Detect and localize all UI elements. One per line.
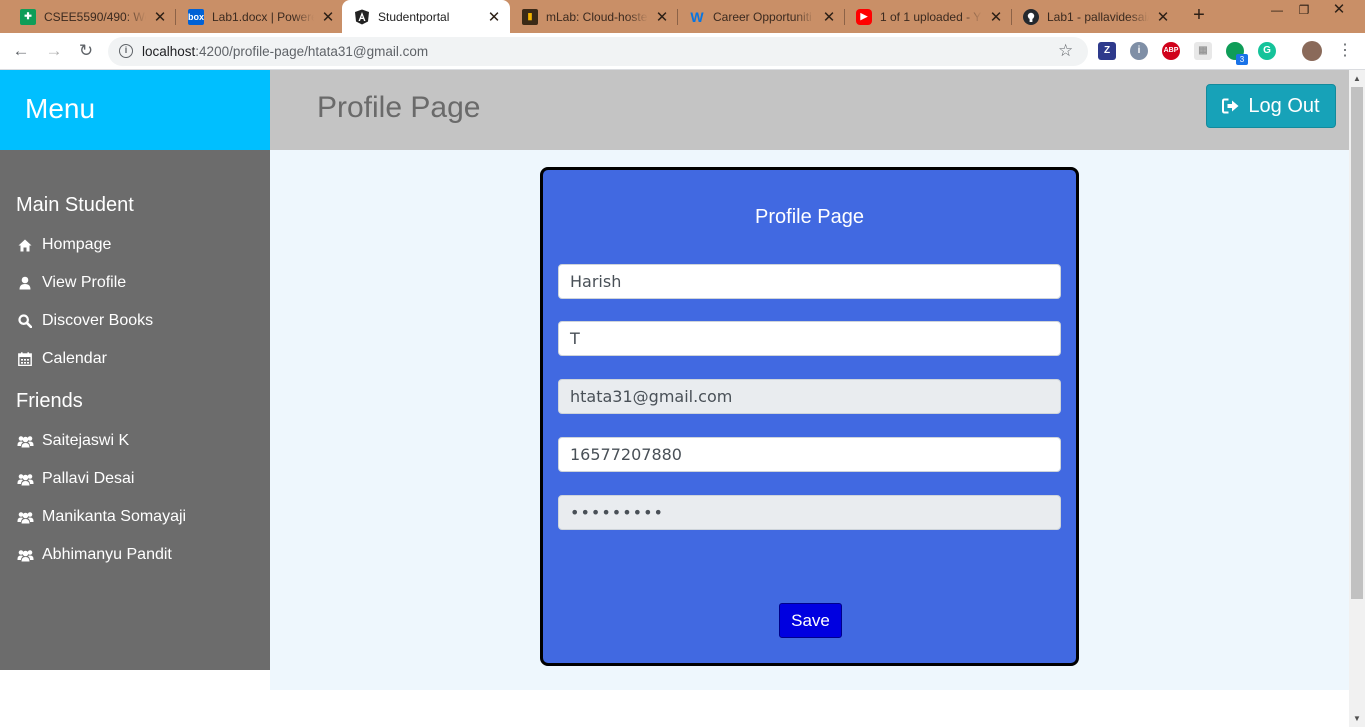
logout-button[interactable]: Log Out xyxy=(1206,84,1336,128)
page-scrollbar[interactable]: ▲ ▼ xyxy=(1349,70,1365,727)
back-button[interactable]: ← xyxy=(10,41,32,61)
users-icon xyxy=(16,435,34,448)
search-icon xyxy=(16,314,34,328)
tab-4[interactable]: ▮ mLab: Cloud-hoste ✕ xyxy=(510,0,678,33)
sidebar-item-discover-books[interactable]: Discover Books xyxy=(16,309,153,333)
users-icon xyxy=(16,473,34,486)
workday-icon: W xyxy=(690,8,704,25)
sidebar-item-label: Calendar xyxy=(42,350,107,367)
sidebar-item-friend[interactable]: Saitejaswi K xyxy=(16,429,129,453)
extension-grid-icon[interactable]: ▦ xyxy=(1194,42,1212,60)
tab-title: mLab: Cloud-hoste xyxy=(546,9,648,24)
address-bar[interactable]: i localhost:4200/profile-page/htata31@gm… xyxy=(108,37,1088,66)
url-host: localhost xyxy=(142,44,196,59)
scrollbar-thumb[interactable] xyxy=(1351,87,1363,599)
main-content: Profile Page Harish T htata31@gmail.com … xyxy=(270,150,1349,690)
bookmark-star-icon[interactable]: ☆ xyxy=(1058,41,1073,61)
avatar[interactable] xyxy=(1302,41,1322,61)
box-icon: box xyxy=(188,8,204,25)
section-main-student: Main Student xyxy=(16,194,134,216)
email-field[interactable]: htata31@gmail.com xyxy=(558,379,1061,414)
close-window-button[interactable]: ✕ xyxy=(1324,0,1354,22)
user-icon xyxy=(16,276,34,290)
github-icon xyxy=(1023,8,1039,25)
sidebar-item-label: Abhimanyu Pandit xyxy=(42,546,172,563)
grammarly-icon[interactable]: G xyxy=(1258,42,1276,60)
tab-title: Lab1.docx | Powere xyxy=(212,9,314,24)
users-icon xyxy=(16,549,34,562)
users-icon xyxy=(16,511,34,524)
close-tab-icon[interactable]: ✕ xyxy=(821,8,837,26)
tab-title: Studentportal xyxy=(378,9,450,24)
minimize-button[interactable]: — xyxy=(1262,0,1292,22)
section-friends: Friends xyxy=(16,390,83,412)
page: Menu Main Student Hompage View Profile D… xyxy=(0,70,1365,727)
extension-icon[interactable]: i xyxy=(1130,42,1148,60)
sign-out-icon xyxy=(1222,98,1240,114)
close-tab-icon[interactable]: ✕ xyxy=(988,8,1004,26)
close-tab-icon[interactable]: ✕ xyxy=(320,8,336,26)
sidebar-item-label: Hompage xyxy=(42,236,112,253)
save-button[interactable]: Save xyxy=(779,603,842,638)
password-field[interactable]: ••••••••• xyxy=(558,495,1061,530)
tab-title: CSEE5590/490: We xyxy=(44,9,146,24)
reload-button[interactable]: ↻ xyxy=(75,41,97,61)
sidebar-item-calendar[interactable]: Calendar xyxy=(16,347,107,371)
home-icon xyxy=(16,239,34,252)
url-path: :4200/profile-page/htata31@gmail.com xyxy=(195,44,429,59)
profile-card: Profile Page Harish T htata31@gmail.com … xyxy=(540,167,1079,666)
scroll-up-arrow-icon[interactable]: ▲ xyxy=(1353,74,1361,83)
sidebar-item-label: Discover Books xyxy=(42,312,154,329)
sheets-icon: ✚ xyxy=(20,8,36,25)
calendar-icon xyxy=(16,352,34,366)
close-tab-icon[interactable]: ✕ xyxy=(486,8,502,26)
page-title: Profile Page xyxy=(317,91,481,124)
forward-button[interactable]: → xyxy=(43,41,65,61)
tab-studentportal[interactable]: Studentportal ✕ xyxy=(342,0,510,33)
last-name-field[interactable]: T xyxy=(558,321,1061,356)
tab-title: Career Opportuniti xyxy=(713,9,812,24)
menu-header: Menu xyxy=(0,70,270,150)
adblock-icon[interactable]: ABP xyxy=(1162,42,1180,60)
sidebar-item-friend[interactable]: Pallavi Desai xyxy=(16,467,134,491)
sidebar-item-friend[interactable]: Manikanta Somayaji xyxy=(16,505,186,529)
angular-icon xyxy=(354,9,370,25)
page-header: Profile Page Log Out xyxy=(270,70,1349,150)
tab-5[interactable]: W Career Opportuniti ✕ xyxy=(677,0,845,33)
close-tab-icon[interactable]: ✕ xyxy=(654,8,670,26)
tab-6[interactable]: ▶ 1 of 1 uploaded - Y ✕ xyxy=(844,0,1012,33)
phone-field[interactable]: 16577207880 xyxy=(558,437,1061,472)
browser-toolbar: ← → ↻ i localhost:4200/profile-page/htat… xyxy=(0,33,1365,70)
site-info-icon[interactable]: i xyxy=(119,44,133,58)
tab-title: Lab1 - pallavidesai/ xyxy=(1047,9,1149,24)
close-tab-icon[interactable]: ✕ xyxy=(152,8,168,26)
tab-7[interactable]: Lab1 - pallavidesai/ ✕ xyxy=(1011,0,1179,33)
url-text: localhost:4200/profile-page/htata31@gmai… xyxy=(142,44,428,59)
extension-badge: 3 xyxy=(1236,54,1248,65)
tab-strip: ✚ CSEE5590/490: We ✕ box Lab1.docx | Pow… xyxy=(0,0,1365,33)
youtube-icon: ▶ xyxy=(856,8,872,25)
sidebar-item-view-profile[interactable]: View Profile xyxy=(16,271,126,295)
tab-title: 1 of 1 uploaded - Y xyxy=(880,9,982,24)
close-tab-icon[interactable]: ✕ xyxy=(1155,8,1171,26)
scroll-down-arrow-icon[interactable]: ▼ xyxy=(1353,714,1361,723)
tab-1[interactable]: ✚ CSEE5590/490: We ✕ xyxy=(8,0,176,33)
sidebar-item-homepage[interactable]: Hompage xyxy=(16,233,111,257)
sidebar-item-label: Manikanta Somayaji xyxy=(42,508,187,525)
logout-label: Log Out xyxy=(1248,94,1320,117)
sidebar-item-label: Pallavi Desai xyxy=(42,470,135,487)
sidebar-item-friend[interactable]: Abhimanyu Pandit xyxy=(16,543,172,567)
sidebar: Menu Main Student Hompage View Profile D… xyxy=(0,70,270,670)
menu-title: Menu xyxy=(25,93,96,124)
new-tab-button[interactable]: + xyxy=(1187,5,1211,27)
sidebar-item-label: Saitejaswi K xyxy=(42,432,130,449)
profile-form-title: Profile Page xyxy=(755,206,864,228)
sidebar-item-label: View Profile xyxy=(42,274,127,291)
mlab-icon: ▮ xyxy=(522,8,538,25)
zotero-icon[interactable]: Z xyxy=(1098,42,1116,60)
restore-button[interactable]: ❐ xyxy=(1289,0,1319,22)
tab-2[interactable]: box Lab1.docx | Powere ✕ xyxy=(176,0,344,33)
first-name-field[interactable]: Harish xyxy=(558,264,1061,299)
browser-menu-icon[interactable]: ⋮ xyxy=(1334,41,1356,61)
